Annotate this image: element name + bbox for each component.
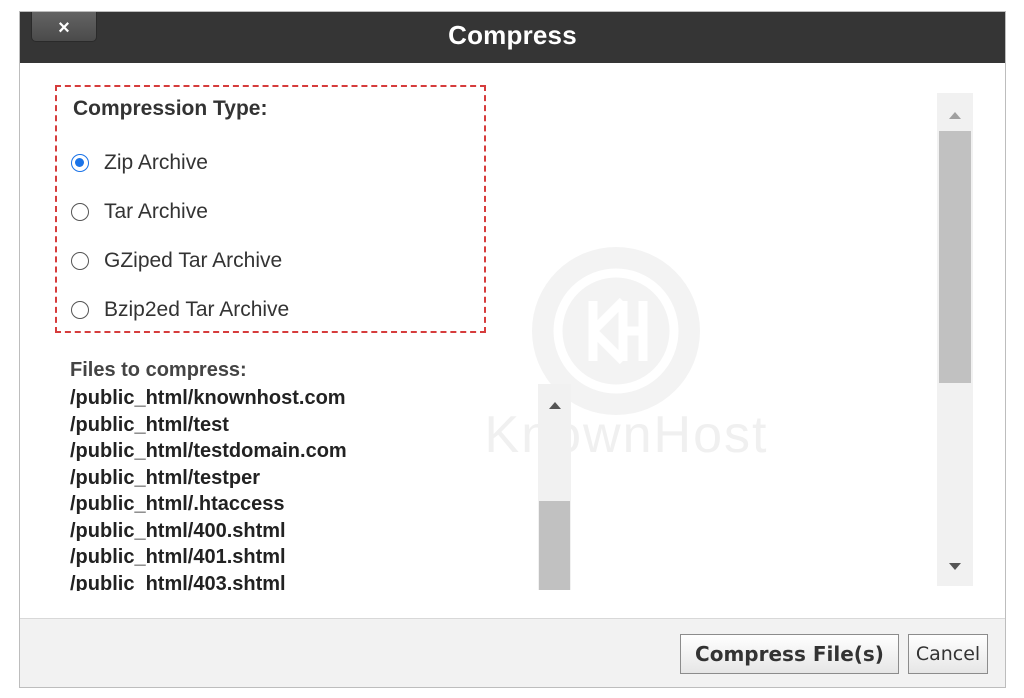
radio-unchecked-icon[interactable] — [71, 203, 89, 221]
scroll-down-arrow-icon[interactable] — [949, 563, 961, 570]
file-item: /public_html/403.shtml — [70, 572, 286, 592]
radio-label: Zip Archive — [104, 151, 208, 174]
dialog-scrollbar[interactable] — [937, 93, 973, 586]
radio-label: GZiped Tar Archive — [104, 249, 283, 272]
radio-gziped-tar-archive[interactable]: GZiped Tar Archive — [71, 247, 282, 275]
radio-zip-archive[interactable]: Zip Archive — [71, 149, 208, 177]
file-item: /public_html/knownhost.com — [70, 387, 346, 409]
files-list-scrollbar[interactable] — [538, 384, 571, 590]
compression-type-heading: Compression Type: — [73, 97, 268, 120]
compress-dialog: × Compress KnownHost Compression Type: Z… — [19, 11, 1006, 688]
scroll-up-arrow-icon[interactable] — [549, 402, 561, 409]
scroll-up-arrow-icon[interactable] — [949, 112, 961, 119]
file-item: /public_html/.htaccess — [70, 493, 285, 515]
compress-files-button[interactable]: Compress File(s) — [680, 634, 899, 674]
radio-checked-icon[interactable] — [71, 154, 89, 172]
dialog-body: KnownHost Compression Type: Zip Archive … — [20, 63, 1005, 618]
file-item: /public_html/test — [70, 413, 229, 436]
dialog-footer: Compress File(s) Cancel — [20, 618, 1005, 687]
radio-unchecked-icon[interactable] — [71, 252, 89, 270]
radio-label: Bzip2ed Tar Archive — [104, 298, 290, 321]
scrollbar-thumb[interactable] — [539, 501, 570, 590]
file-item: /public_html/testdomain.com — [70, 440, 347, 462]
radio-unchecked-icon[interactable] — [71, 301, 89, 319]
files-list: /public_html/knownhost.com /public_html/… — [70, 385, 530, 591]
dialog-title: Compress — [448, 20, 577, 50]
radio-label: Tar Archive — [104, 200, 208, 223]
cancel-button[interactable]: Cancel — [908, 634, 988, 674]
file-item: /public_html/401.shtml — [70, 546, 286, 568]
scrollbar-thumb[interactable] — [939, 131, 971, 383]
dialog-titlebar: × Compress — [20, 12, 1005, 63]
radio-tar-archive[interactable]: Tar Archive — [71, 198, 208, 226]
file-item: /public_html/400.shtml — [70, 519, 286, 542]
compression-type-group: Compression Type: Zip Archive Tar Archiv… — [55, 85, 486, 333]
files-to-compress-heading: Files to compress: — [70, 359, 247, 381]
file-item: /public_html/testper — [70, 466, 261, 489]
radio-bzip2ed-tar-archive[interactable]: Bzip2ed Tar Archive — [71, 296, 289, 324]
